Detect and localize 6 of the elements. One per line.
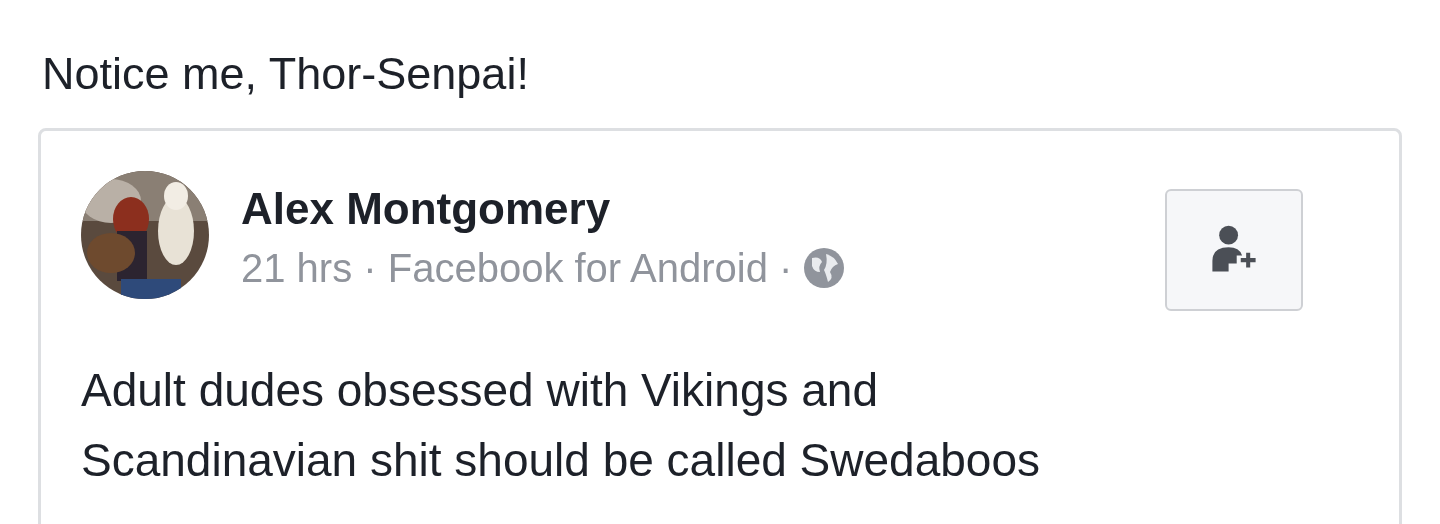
post-meta: 21 hrs · Facebook for Android · [241,245,793,292]
author-name[interactable]: Alex Montgomery [241,181,1165,237]
post-text: Adult dudes obsessed with Vikings and Scandinavian shit should be called Swedaboos [81,363,1041,488]
post-caption: Notice me, Thor-Senpai! [41,47,530,101]
globe-icon [804,248,845,288]
add-friend-button[interactable] [1165,189,1303,311]
